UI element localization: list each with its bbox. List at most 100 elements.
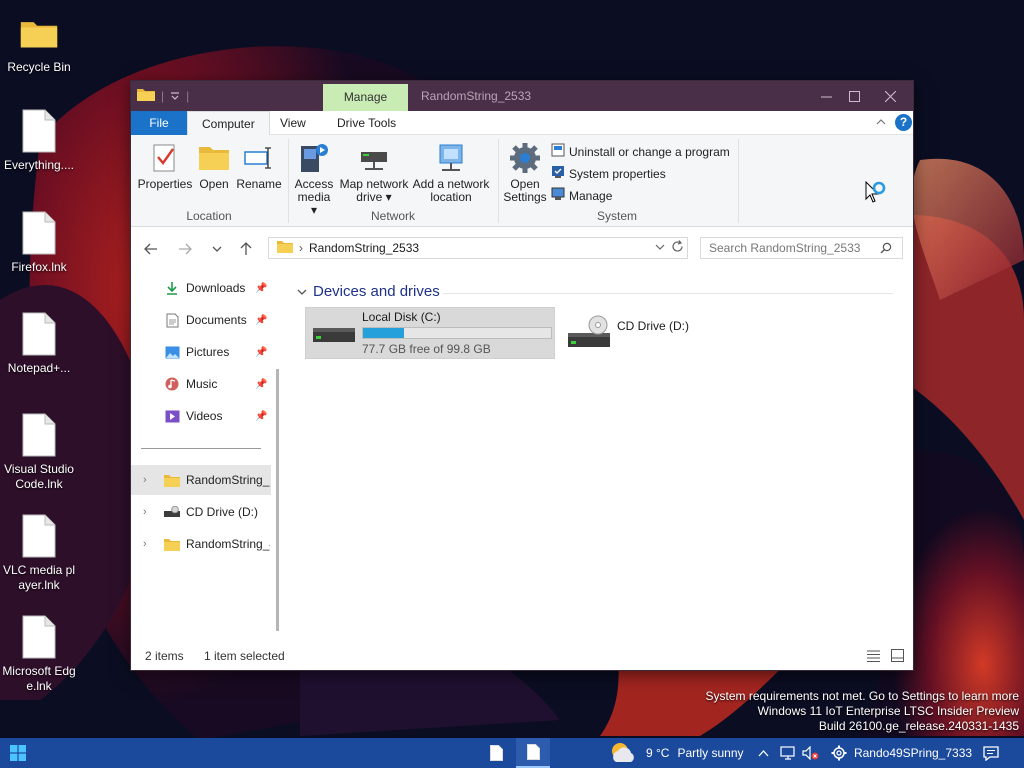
properties-button[interactable]: Properties: [137, 141, 193, 191]
desktop-icon-vscode[interactable]: Visual Studio Code.lnk: [2, 412, 76, 492]
chevron-right-icon[interactable]: ›: [143, 538, 147, 550]
tab-computer[interactable]: Computer: [187, 111, 270, 136]
desktop-icon-firefox[interactable]: Firefox.lnk: [2, 210, 76, 275]
open-button[interactable]: Open: [195, 141, 233, 191]
desktop-icon-notepad[interactable]: Notepad+...: [2, 311, 76, 376]
refresh-icon[interactable]: [671, 240, 684, 256]
help-icon[interactable]: ?: [895, 114, 912, 131]
chevron-right-icon[interactable]: ›: [143, 506, 147, 518]
manage-button[interactable]: Manage: [551, 187, 612, 204]
back-arrow-icon: [144, 243, 157, 255]
file-icon: [19, 210, 59, 256]
folder-icon[interactable]: [137, 87, 155, 104]
nav-item-documents[interactable]: Documents 📌: [131, 305, 271, 335]
group-label-location: Location: [186, 209, 232, 223]
tab-manage-context[interactable]: Manage: [323, 84, 408, 111]
nav-item-randomstring-2533[interactable]: › RandomString_2533: [131, 465, 271, 495]
pin-icon: 📌: [255, 378, 268, 390]
videos-icon: [164, 408, 180, 424]
window-title: RandomString_2533: [421, 89, 532, 103]
notifications-button[interactable]: [978, 738, 1004, 768]
ribbon: Properties Open Rename Location Access me…: [131, 135, 913, 227]
weather-widget[interactable]: 9 °C Partly sunny: [646, 738, 756, 768]
taskbar: 9 °C Partly sunny Rando49SPring_7333: [0, 738, 1024, 768]
details-view-icon[interactable]: [867, 650, 880, 665]
tab-file[interactable]: File: [131, 111, 187, 135]
search-icon[interactable]: [880, 242, 892, 257]
desktop-icon-label: Firefox.lnk: [11, 260, 67, 274]
drive-usage-fill: [363, 328, 405, 338]
nav-divider: [141, 448, 261, 449]
drive-tile-c[interactable]: Local Disk (C:) 77.7 GB free of 99.8 GB: [305, 307, 555, 359]
desktop-icon-label: Everything....: [3, 158, 75, 172]
folder-icon: [164, 472, 180, 488]
forward-arrow-icon: [179, 243, 192, 255]
search-input[interactable]: Search RandomString_2533: [700, 237, 903, 259]
desktop-icon-vlc[interactable]: VLC media player.lnk: [2, 513, 76, 593]
tab-drive-tools[interactable]: Drive Tools: [323, 111, 410, 135]
close-button[interactable]: [871, 81, 909, 111]
desktop-icon-label: VLC media player.lnk: [2, 563, 76, 592]
desktop-icon-label: Recycle Bin: [7, 60, 71, 74]
user-name-label: Rando49SPring_7333: [853, 746, 973, 760]
system-properties-button[interactable]: System properties: [551, 165, 666, 182]
toolbar-separator: |: [161, 88, 165, 103]
add-network-location-button[interactable]: Add a network location: [411, 141, 491, 204]
maximize-icon: [848, 90, 860, 102]
taskbar-app-file[interactable]: [480, 738, 512, 768]
uninstall-program-button[interactable]: Uninstall or change a program: [551, 143, 730, 160]
hard-drive-icon: [312, 324, 356, 347]
breadcrumb[interactable]: RandomString_2533: [309, 241, 419, 255]
properties-icon: [148, 141, 182, 175]
rename-button[interactable]: Rename: [236, 141, 282, 191]
computer-manage-icon: [551, 187, 565, 204]
back-button[interactable]: [141, 239, 161, 259]
pin-icon: 📌: [255, 314, 268, 326]
chevron-right-icon[interactable]: ›: [143, 474, 147, 486]
map-network-drive-button[interactable]: Map network drive ▾: [337, 141, 411, 204]
volume-muted-icon[interactable]: [800, 738, 822, 768]
customize-toolbar-icon[interactable]: [170, 89, 180, 103]
recent-locations-button[interactable]: [207, 239, 227, 259]
taskbar-app-explorer[interactable]: [516, 738, 550, 768]
desktop-icon-everything[interactable]: Everything....: [2, 108, 76, 173]
nav-item-music[interactable]: Music 📌: [131, 369, 271, 399]
up-button[interactable]: [236, 239, 256, 259]
address-bar[interactable]: › RandomString_2533: [268, 237, 688, 259]
show-hidden-icons-button[interactable]: [754, 738, 772, 768]
desktop-icon-recycle-bin[interactable]: Recycle Bin: [2, 10, 76, 75]
status-bar: 2 items 1 item selected: [131, 644, 913, 670]
settings-gear-icon[interactable]: [828, 738, 850, 768]
forward-button[interactable]: [175, 239, 195, 259]
nav-item-randomstring-4[interactable]: › RandomString_4: [131, 529, 271, 559]
section-header-devices[interactable]: Devices and drives: [297, 283, 440, 300]
activation-watermark: System requirements not met. Go to Setti…: [706, 689, 1019, 734]
add-location-line-2: location: [430, 190, 472, 204]
nav-item-videos[interactable]: Videos 📌: [131, 401, 271, 431]
drive-name: CD Drive (D:): [617, 319, 689, 333]
file-icon: [489, 745, 503, 761]
collapse-ribbon-icon[interactable]: [875, 116, 887, 131]
open-settings-button[interactable]: Open Settings: [503, 141, 547, 204]
selection-count: 1 item selected: [204, 649, 285, 663]
large-icons-view-icon[interactable]: [891, 649, 904, 665]
maximize-button[interactable]: [835, 81, 873, 111]
network-status-icon[interactable]: [778, 738, 798, 768]
weather-condition: Partly sunny: [677, 746, 744, 760]
drive-usage-bar: [362, 327, 552, 339]
file-icon: [19, 614, 59, 660]
address-dropdown-icon[interactable]: [655, 240, 665, 254]
nav-item-pictures[interactable]: Pictures 📌: [131, 337, 271, 367]
drive-tile-d[interactable]: CD Drive (D:): [563, 307, 733, 359]
chevron-up-icon: [758, 750, 768, 757]
user-name[interactable]: Rando49SPring_7333: [853, 738, 973, 768]
nav-item-cd-drive[interactable]: › CD Drive (D:): [131, 497, 271, 527]
access-media-button[interactable]: Access media ▾: [293, 141, 335, 217]
start-button[interactable]: [6, 738, 30, 768]
weather-icon[interactable]: [606, 738, 640, 768]
nav-item-downloads[interactable]: Downloads 📌: [131, 273, 271, 303]
map-drive-line-2: drive: [356, 190, 383, 204]
properties-label: Properties: [137, 177, 193, 191]
desktop-icon-edge[interactable]: Microsoft Edge.lnk: [2, 614, 76, 694]
tab-view[interactable]: View: [266, 111, 320, 135]
